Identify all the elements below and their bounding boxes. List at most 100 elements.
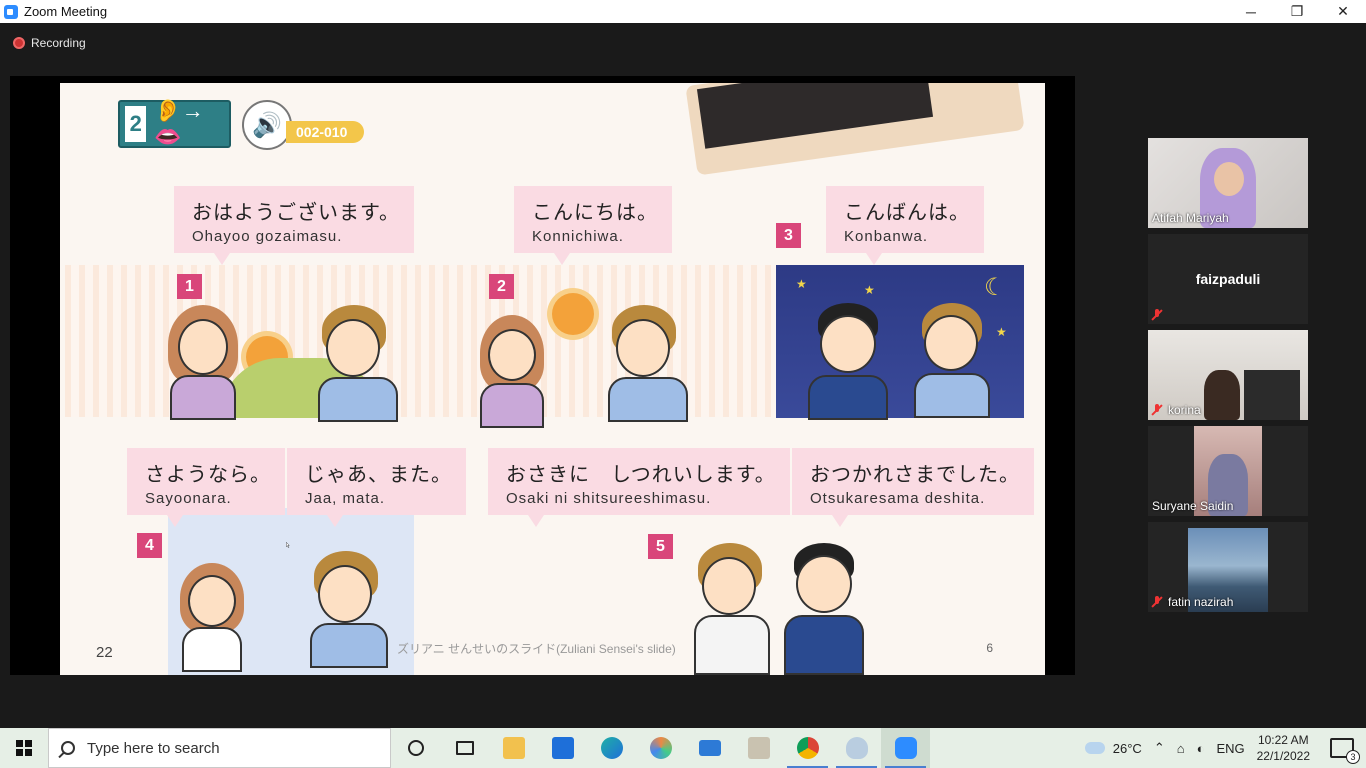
cortana-icon[interactable] [391, 728, 440, 768]
greeting-romaji: Ohayoo gozaimasu. [192, 228, 343, 245]
zoom-app-icon [4, 4, 18, 19]
audio-track-label: 002-010 [286, 121, 364, 143]
mic-muted-icon [1152, 309, 1162, 321]
greeting-japanese: おはようございます。 [192, 202, 400, 224]
greeting-bubble: こんにちは。 Konnichiwa. [514, 186, 672, 265]
file-explorer-icon[interactable] [489, 728, 538, 768]
greeting-romaji: Konnichiwa. [532, 228, 624, 245]
page-number-right: 6 [986, 641, 993, 655]
greeting-romaji: Jaa, mata. [305, 490, 386, 507]
recording-label: Recording [31, 36, 86, 50]
scene-number-tag: 2 [489, 274, 514, 299]
volume-icon[interactable]: ◐ [1197, 741, 1205, 756]
search-placeholder: Type here to search [87, 739, 220, 757]
scene-number-tag: 4 [137, 533, 162, 558]
notifications-icon[interactable]: 3 [1330, 738, 1360, 764]
notepad-icon[interactable] [734, 728, 783, 768]
participant-figure [1204, 370, 1240, 420]
clock-date: 22/1/2022 [1256, 749, 1310, 763]
search-icon [61, 741, 75, 755]
lesson-number: 2 [125, 106, 147, 142]
ear-to-mouth-icon: 👂→👄 [154, 98, 204, 149]
greeting-japanese: さようなら。 [145, 464, 271, 486]
weather-widget[interactable]: 26°C [1084, 740, 1142, 756]
night-scene: ★ ★ ★ ☾ [776, 265, 1024, 420]
notification-count: 3 [1346, 750, 1360, 764]
greeting-bubble: おはようございます。 Ohayoo gozaimasu. [174, 186, 414, 265]
greeting-bubble: おつかれさまでした。 Otsukaresama deshita. [792, 448, 1034, 527]
paint-icon[interactable] [832, 728, 881, 768]
scene-number-tag: 1 [177, 274, 202, 299]
participant-tile[interactable]: fatin nazirah [1148, 522, 1308, 612]
recording-icon [13, 37, 25, 49]
greeting-japanese: おつかれさまでした。 [810, 464, 1020, 486]
search-box[interactable]: Type here to search [48, 728, 391, 768]
zoom-icon[interactable] [881, 728, 930, 768]
participant-name: Atifah Mariyah [1152, 211, 1229, 225]
windows-logo-icon [16, 740, 32, 756]
chrome-icon[interactable] [783, 728, 832, 768]
recording-indicator[interactable]: Recording [13, 36, 86, 50]
participant-tile[interactable]: Suryane Saidin [1148, 426, 1308, 516]
taskbar: Type here to search 26°C ⌃ ⌂ ◐ ENG 10:22… [0, 728, 1366, 768]
scene-number-tag: 5 [648, 534, 673, 559]
greeting-bubble: じゃあ、また。 Jaa, mata. [287, 448, 466, 527]
task-view-icon[interactable] [440, 728, 489, 768]
star-icon: ★ [864, 283, 875, 297]
greeting-japanese: こんにちは。 [532, 202, 658, 224]
greeting-romaji: Otsukaresama deshita. [810, 490, 986, 507]
clock[interactable]: 10:22 AM 22/1/2022 [1257, 732, 1310, 764]
participant-name: Suryane Saidin [1152, 499, 1234, 513]
system-tray: 26°C ⌃ ⌂ ◐ ENG 10:22 AM 22/1/2022 3 [1084, 728, 1366, 768]
slide-caption: ズリアニ せんせいのスライド(Zuliani Sensei's slide) [397, 642, 676, 656]
moon-icon: ☾ [984, 274, 1006, 301]
chevron-up-icon[interactable]: ⌃ [1154, 740, 1165, 756]
mouse-cursor-icon [286, 541, 290, 548]
greeting-romaji: Konbanwa. [844, 228, 929, 245]
meeting-area: Recording 2 👂→👄 🔊 002-010 ★ ★ ★ ☾ おはようござ… [0, 23, 1366, 728]
microsoft-store-icon[interactable] [538, 728, 587, 768]
participant-face [1214, 162, 1244, 196]
greeting-bubble: こんばんは。 Konbanwa. [826, 186, 984, 265]
lesson-badge: 2 👂→👄 [118, 98, 231, 149]
page-number-left: 22 [96, 644, 113, 661]
speaker-icon: 🔊 [242, 100, 292, 150]
restore-button[interactable]: ❐ [1274, 0, 1320, 23]
participant-tile[interactable]: Atifah Mariyah [1148, 138, 1308, 228]
greeting-japanese: おさきに しつれいします。 [506, 464, 776, 486]
window-controls: ─ ❐ ✕ [1228, 0, 1366, 23]
star-icon: ★ [796, 277, 807, 291]
greeting-bubble: おさきに しつれいします。 Osaki ni shitsureeshimasu. [488, 448, 790, 527]
edge-icon[interactable] [587, 728, 636, 768]
participant-tile[interactable]: korina [1148, 330, 1308, 420]
shared-screen[interactable]: 2 👂→👄 🔊 002-010 ★ ★ ★ ☾ おはようございます。 Ohayo… [10, 76, 1075, 675]
language-indicator[interactable]: ENG [1216, 741, 1244, 756]
greeting-japanese: じゃあ、また。 [305, 464, 452, 486]
clock-time: 10:22 AM [1257, 733, 1309, 747]
start-button[interactable] [0, 728, 48, 768]
title-bar: Zoom Meeting ─ ❐ ✕ [0, 0, 1366, 23]
participant-name-display: faizpaduli [1195, 271, 1261, 287]
greeting-japanese: こんばんは。 [844, 202, 970, 224]
close-button[interactable]: ✕ [1320, 0, 1366, 23]
greeting-romaji: Sayoonara. [145, 490, 232, 507]
participant-name: fatin nazirah [1152, 595, 1233, 609]
sun-icon [552, 293, 594, 335]
participant-background-object [1244, 370, 1300, 420]
lesson-slide: 2 👂→👄 🔊 002-010 ★ ★ ★ ☾ おはようございます。 Ohayo… [60, 83, 1045, 675]
participant-name: korina [1152, 403, 1201, 417]
scene-number-tag: 3 [776, 223, 801, 248]
network-icon[interactable]: ⌂ [1177, 741, 1185, 756]
temperature: 26°C [1112, 740, 1142, 756]
minimize-button[interactable]: ─ [1228, 0, 1274, 23]
photos-icon[interactable] [636, 728, 685, 768]
mail-icon[interactable] [685, 728, 734, 768]
greeting-bubble: さようなら。 Sayoonara. [127, 448, 285, 527]
star-icon: ★ [996, 325, 1007, 339]
participant-tile[interactable]: faizpaduli [1148, 234, 1308, 324]
cloud-icon [1084, 742, 1105, 754]
mic-muted-icon [1152, 404, 1162, 416]
mic-muted-icon [1152, 596, 1162, 608]
window-title: Zoom Meeting [24, 4, 108, 19]
greeting-romaji: Osaki ni shitsureeshimasu. [506, 490, 712, 507]
